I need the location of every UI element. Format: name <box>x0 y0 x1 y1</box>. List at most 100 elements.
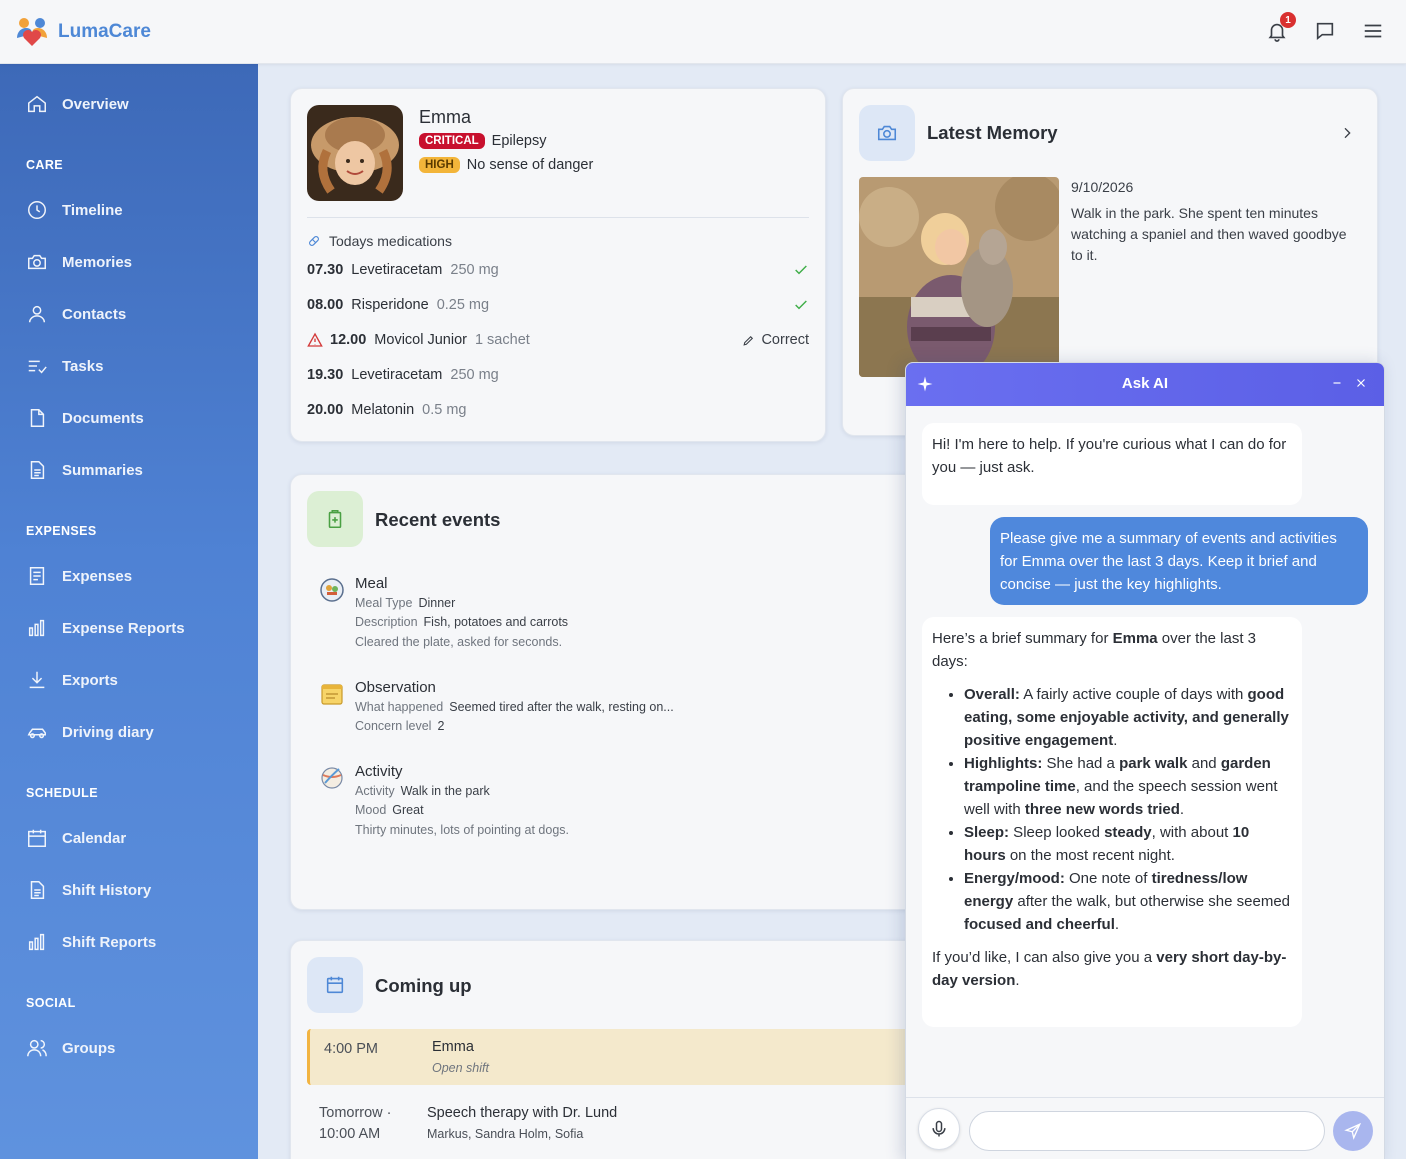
medication-row[interactable]: 20.00 Melatonin 0.5 mg <box>307 399 809 421</box>
correct-button[interactable]: Correct <box>742 332 809 348</box>
medications-heading: Todays medications <box>307 233 452 249</box>
camera-icon <box>877 125 897 141</box>
memory-photo[interactable] <box>859 177 1059 377</box>
divider <box>307 217 809 218</box>
section-expenses: EXPENSES <box>26 524 97 538</box>
pill-icon <box>309 236 319 246</box>
section-social: SOCIAL <box>26 996 76 1010</box>
download-icon <box>29 671 45 689</box>
section-care: CARE <box>26 158 64 172</box>
sidebar-item-documents[interactable]: Documents <box>26 406 144 430</box>
calendar-icon <box>28 829 46 847</box>
coming-up-card: Coming up 4:00 PM Emma Open shift Tomorr… <box>290 940 970 1159</box>
chat-message-input[interactable] <box>969 1111 1325 1151</box>
microphone-button[interactable] <box>918 1108 960 1150</box>
recent-events-card: Recent events Meal Meal Type Dinner Descr… <box>290 474 970 910</box>
ai-summary-message: Here’s a brief summary for Emma over the… <box>922 617 1302 1027</box>
sidebar-item-timeline[interactable]: Timeline <box>26 198 123 222</box>
messages-button[interactable] <box>1312 18 1338 44</box>
sidebar: Overview CARE Timeline Memories Contacts… <box>0 64 258 1159</box>
chat-bubble-icon <box>1316 22 1334 41</box>
sidebar-item-contacts[interactable]: Contacts <box>26 302 126 326</box>
high-tag: HIGH <box>419 157 460 173</box>
users-icon <box>27 1039 47 1057</box>
ask-ai-header: Ask AI <box>906 363 1384 406</box>
coming-up-icon-tile <box>307 957 363 1013</box>
file-text-icon <box>30 461 45 479</box>
summary-item: Highlights: She had a park walk and gard… <box>964 752 1292 821</box>
condition-text: No sense of danger <box>466 157 594 173</box>
sidebar-item-driving-diary[interactable]: Driving diary <box>26 720 154 744</box>
coming-up-title: Coming up <box>375 975 472 996</box>
memory-title: Latest Memory <box>927 122 1058 143</box>
receipt-icon <box>29 567 45 585</box>
app-logo[interactable]: LumaCare <box>14 14 151 50</box>
check-icon <box>793 297 809 313</box>
sidebar-item-shift-history[interactable]: Shift History <box>26 878 151 902</box>
app-name: LumaCare <box>58 21 151 42</box>
minimize-button[interactable] <box>1330 376 1346 392</box>
pencil-icon <box>743 335 754 346</box>
sidebar-item-shift-reports[interactable]: Shift Reports <box>26 930 156 954</box>
logo-icon <box>17 18 47 46</box>
notepad-icon <box>321 684 343 705</box>
clipboard-plus-icon <box>328 509 342 529</box>
medication-row[interactable]: 08.00 Risperidone 0.25 mg <box>307 294 809 316</box>
avatar[interactable] <box>307 105 403 201</box>
microphone-icon <box>932 1120 946 1137</box>
bar-chart-icon <box>28 619 45 637</box>
close-button[interactable] <box>1354 376 1370 392</box>
sidebar-item-overview[interactable]: Overview <box>26 92 129 116</box>
open-shift-row[interactable]: 4:00 PM Emma Open shift <box>307 1029 927 1085</box>
medication-row[interactable]: 12.00 Movicol Junior 1 sachet Correct <box>307 329 809 351</box>
sidebar-item-calendar[interactable]: Calendar <box>26 826 126 850</box>
send-icon <box>1344 1122 1362 1140</box>
person-icon <box>28 305 46 323</box>
section-schedule: SCHEDULE <box>26 786 98 800</box>
calendar-icon <box>326 976 344 994</box>
memory-text: Walk in the park. She spent ten minutes … <box>1071 205 1347 263</box>
memory-date: 9/10/2026 <box>1071 179 1134 195</box>
summary-intro: Here’s a brief summary for Emma over the… <box>932 630 1257 670</box>
chevron-right-icon[interactable] <box>1339 125 1355 146</box>
sidebar-item-exports[interactable]: Exports <box>26 668 118 692</box>
plate-icon <box>320 578 344 602</box>
sidebar-item-groups[interactable]: Groups <box>26 1036 115 1060</box>
send-button[interactable] <box>1333 1111 1373 1151</box>
summary-list: Overall: A fairly active couple of days … <box>964 683 1292 936</box>
home-icon <box>28 95 46 113</box>
child-name: Emma <box>419 107 472 127</box>
ai-greeting-message: Hi! I'm here to help. If you're curious … <box>922 423 1302 505</box>
condition-text: Epilepsy <box>491 133 547 149</box>
child-photo <box>307 105 403 201</box>
events-icon-tile <box>307 491 363 547</box>
summary-item: Overall: A fairly active couple of days … <box>964 683 1292 752</box>
sidebar-item-expenses[interactable]: Expenses <box>26 564 132 588</box>
top-bar: LumaCare 1 <box>0 0 1406 64</box>
task-list-icon <box>28 360 47 374</box>
memory-icon-tile <box>859 105 915 161</box>
check-icon <box>793 262 809 278</box>
notifications-button[interactable]: 1 <box>1264 12 1296 44</box>
summary-outro: If you’d like, I can also give you a ver… <box>932 949 1287 989</box>
close-icon <box>1357 379 1365 387</box>
ask-ai-panel: Ask AI Hi! I'm here to help. If you're c… <box>905 362 1385 1159</box>
chat-input-bar <box>906 1097 1384 1159</box>
critical-tag: CRITICAL <box>419 133 485 149</box>
events-title: Recent events <box>375 509 501 530</box>
ball-icon <box>321 767 343 789</box>
condition-row: CRITICAL Epilepsy <box>419 133 546 149</box>
sidebar-item-memories[interactable]: Memories <box>26 250 132 274</box>
menu-button[interactable] <box>1360 18 1386 44</box>
medication-row[interactable]: 19.30 Levetiracetam 250 mg <box>307 364 809 386</box>
clock-icon <box>28 201 46 219</box>
sidebar-item-summaries[interactable]: Summaries <box>26 458 143 482</box>
minus-icon <box>1333 382 1341 384</box>
sidebar-item-expense-reports[interactable]: Expense Reports <box>26 616 185 640</box>
medication-row[interactable]: 07.30 Levetiracetam 250 mg <box>307 259 809 281</box>
sidebar-item-tasks[interactable]: Tasks <box>26 354 103 378</box>
camera-icon <box>28 254 46 270</box>
summary-item: Sleep: Sleep looked steady, with about 1… <box>964 821 1292 867</box>
document-icon <box>30 409 45 427</box>
user-message: Please give me a summary of events and a… <box>990 517 1368 605</box>
